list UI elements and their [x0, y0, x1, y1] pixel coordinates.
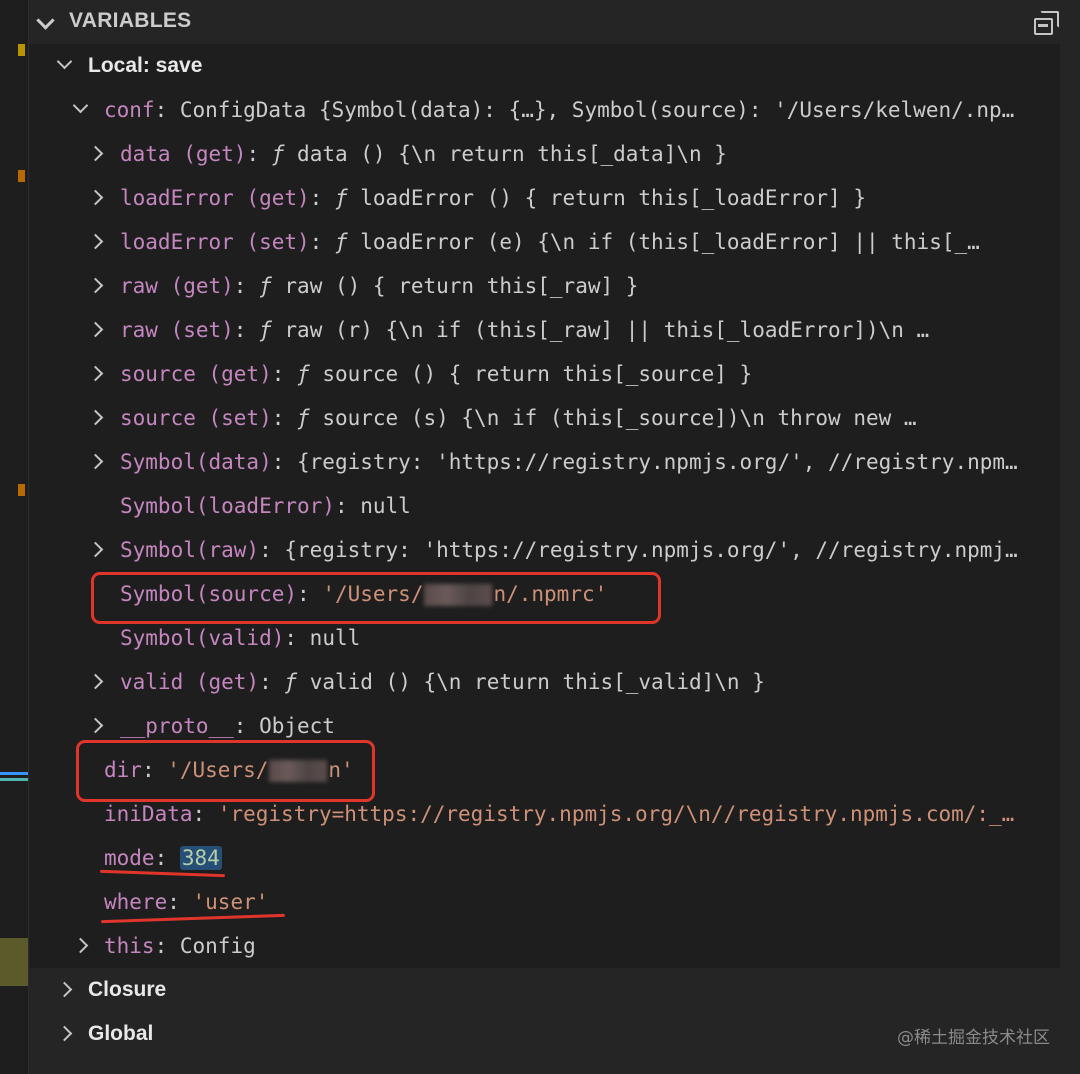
variable-name: conf [104, 98, 155, 122]
variable-value: data () {\n return this[_data]\n } [297, 142, 727, 166]
panel-title: VARIABLES [69, 9, 192, 32]
variable-name: Symbol(loadError) [120, 494, 335, 518]
editor-gutter [0, 0, 29, 1074]
chevron-right-icon [72, 937, 89, 954]
variable-value: null [360, 494, 411, 518]
variable-value: Object [259, 714, 335, 738]
variable-name: loadError (set) [120, 230, 310, 254]
variable-name: Symbol(raw) [120, 538, 260, 562]
tree-row[interactable]: valid (get): ƒ valid () {\n return this[… [29, 660, 1060, 704]
function-icon: ƒ [334, 186, 348, 210]
gutter-marker [18, 44, 25, 56]
scope-local[interactable]: Local: save [29, 44, 1060, 88]
annotation-box [91, 572, 661, 624]
tree-row[interactable]: Symbol(data): {registry: 'https://regist… [29, 440, 1060, 484]
function-icon: ƒ [297, 362, 310, 386]
variable-name: Symbol(valid) [120, 626, 285, 650]
chevron-right-icon [87, 233, 104, 250]
annotation-box [76, 740, 375, 802]
tree-row[interactable]: raw (set): ƒ raw (r) {\n if (this[_raw] … [29, 308, 1060, 352]
scope-label: Global [88, 1022, 154, 1045]
variable-name: where [104, 890, 168, 914]
chevron-down-icon [56, 53, 73, 70]
variables-panel: VARIABLES Local: save conf: ConfigData {… [29, 0, 1080, 1074]
variable-value: ConfigData {Symbol(data): {…}, Symbol(so… [179, 98, 1015, 122]
variable-value: {registry: 'https://registry.npmjs.org/'… [284, 538, 1018, 562]
tree-row[interactable]: raw (get): ƒ raw () { return this[_raw] … [29, 264, 1060, 308]
variable-name: valid (get) [120, 670, 260, 694]
chevron-right-icon [87, 717, 104, 734]
tree-row[interactable]: loadError (set): ƒ loadError (e) {\n if … [29, 220, 1060, 264]
variable-value: 384 [179, 846, 222, 870]
variable-name: raw (get) [120, 274, 234, 298]
tree-row[interactable]: data (get): ƒ data () {\n return this[_d… [29, 132, 1060, 176]
scope-label: Closure [88, 978, 167, 1001]
tree-row[interactable]: source (set): ƒ source (s) {\n if (this[… [29, 396, 1060, 440]
function-icon: ƒ [259, 274, 272, 298]
variable-name: this [104, 934, 155, 958]
chevron-right-icon [87, 145, 104, 162]
variable-value: valid () {\n return this[_valid]\n } [309, 670, 765, 694]
chevron-right-icon [87, 277, 104, 294]
chevron-right-icon [56, 1025, 73, 1042]
variable-value: 'user' [192, 890, 269, 914]
variable-name: __proto__ [120, 714, 234, 738]
chevron-down-icon [72, 97, 89, 114]
chevron-right-icon [87, 453, 104, 470]
variable-value: {registry: 'https://registry.npmjs.org/'… [297, 450, 1018, 474]
variable-name: Symbol(data) [120, 450, 272, 474]
variable-value: 'registry=https://registry.npmjs.org/\n/… [217, 802, 1015, 826]
function-icon: ƒ [284, 670, 298, 694]
panel-header[interactable]: VARIABLES [29, 0, 1080, 44]
scope-label: Local: save [88, 54, 203, 77]
tree-row[interactable]: Symbol(raw): {registry: 'https://registr… [29, 528, 1060, 572]
variables-tree: Local: save conf: ConfigData {Symbol(dat… [29, 44, 1060, 968]
function-icon: ƒ [334, 230, 348, 254]
gutter-marker [0, 778, 28, 781]
chevron-right-icon [87, 189, 104, 206]
tree-row[interactable]: Symbol(loadError): null [29, 484, 1060, 528]
variable-value: source () { return this[_source] } [322, 362, 753, 386]
variable-name: raw (set) [120, 318, 234, 342]
variable-name: source (get) [120, 362, 272, 386]
variable-value: loadError () { return this[_loadError] } [360, 186, 866, 210]
gutter-marker [18, 170, 25, 182]
function-icon: ƒ [297, 406, 310, 430]
chevron-right-icon [87, 541, 104, 558]
gutter-marker [0, 772, 28, 775]
chevron-right-icon [87, 321, 104, 338]
chevron-right-icon [56, 981, 73, 998]
tree-row[interactable]: loadError (get): ƒ loadError () { return… [29, 176, 1060, 220]
variable-value: Config [179, 934, 256, 958]
variable-value: raw (r) {\n if (this[_raw] || this[_load… [284, 318, 930, 342]
variable-this[interactable]: this: Config [29, 924, 1060, 968]
variable-name: loadError (get) [120, 186, 310, 210]
variable-value: raw () { return this[_raw] } [284, 274, 639, 298]
chevron-right-icon [87, 365, 104, 382]
variable-conf[interactable]: conf: ConfigData {Symbol(data): {…}, Sym… [29, 88, 1060, 132]
variable-name: iniData [104, 802, 193, 826]
chevron-down-icon [36, 11, 55, 30]
variable-value: source (s) {\n if (this[_source])\n thro… [322, 406, 917, 430]
tree-row[interactable]: source (get): ƒ source () { return this[… [29, 352, 1060, 396]
gutter-marker [18, 484, 25, 496]
watermark: @稀土掘金技术社区 [897, 1028, 1050, 1048]
chevron-right-icon [87, 409, 104, 426]
variable-value: loadError (e) {\n if (this[_loadError] |… [360, 230, 980, 254]
gutter-marker [0, 938, 28, 986]
scope-closure[interactable]: Closure [29, 968, 1080, 1012]
function-icon: ƒ [259, 318, 272, 342]
variable-name: source (set) [120, 406, 272, 430]
variable-name: data (get) [120, 142, 247, 166]
variable-value: null [309, 626, 361, 650]
variable-name: mode [104, 846, 155, 870]
collapse-all-icon[interactable] [1034, 11, 1060, 35]
function-icon: ƒ [271, 142, 285, 166]
chevron-right-icon [87, 673, 104, 690]
